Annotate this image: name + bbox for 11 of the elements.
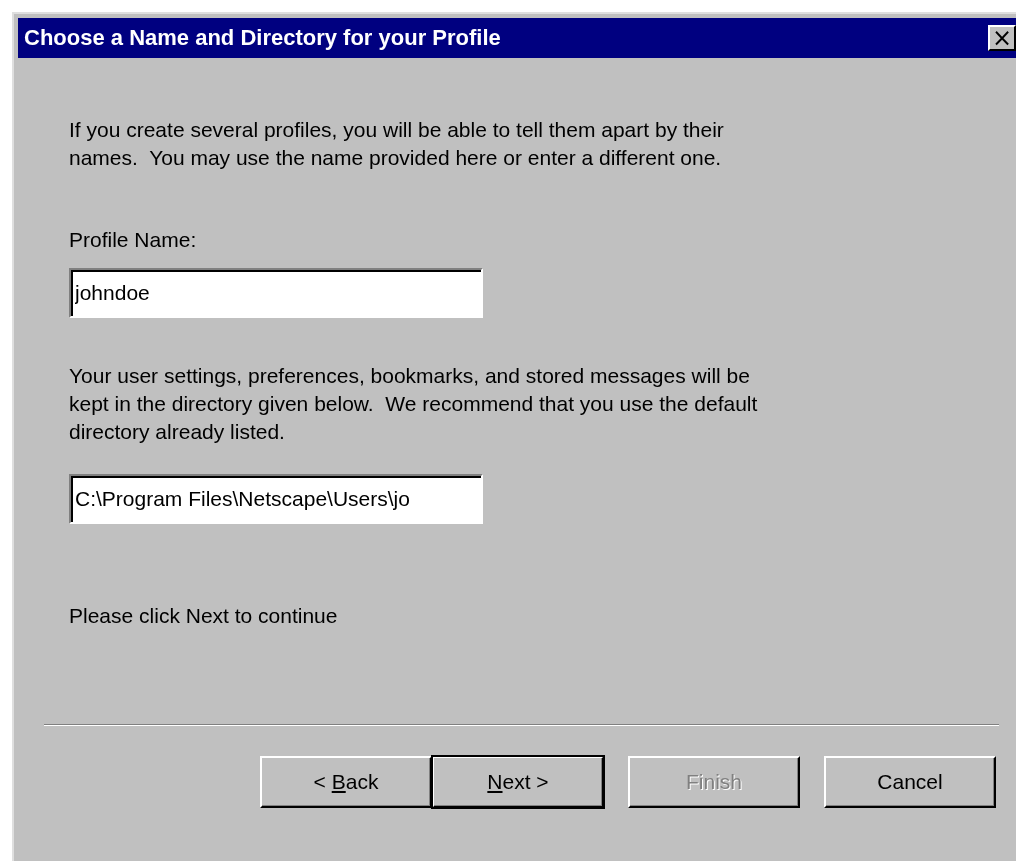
directory-field[interactable]: C:\Program Files\Netscape\Users\jo bbox=[69, 474, 483, 524]
profile-name-field[interactable]: johndoe bbox=[69, 268, 483, 318]
directory-description: Your user settings, preferences, bookmarks, and stored messages will be kept in the directory given below. We recommend that you use the default directory already listed. bbox=[69, 363, 759, 445]
dialog-button[interactable]: Next > bbox=[432, 756, 604, 808]
close-button[interactable]: × bbox=[988, 25, 1016, 51]
window-title: Choose a Name and Directory for your Profile bbox=[24, 25, 501, 51]
intro-text: If you create several profiles, you will be able to tell them apart by their names. You may use the name provided here or enter a different one. bbox=[69, 117, 725, 171]
dialog-button[interactable]: < Back bbox=[260, 756, 432, 808]
instruction-text: Please click Next to continue bbox=[69, 604, 338, 628]
dialog-button[interactable]: Cancel bbox=[824, 756, 996, 808]
field-label: Profile Name: bbox=[69, 228, 197, 252]
